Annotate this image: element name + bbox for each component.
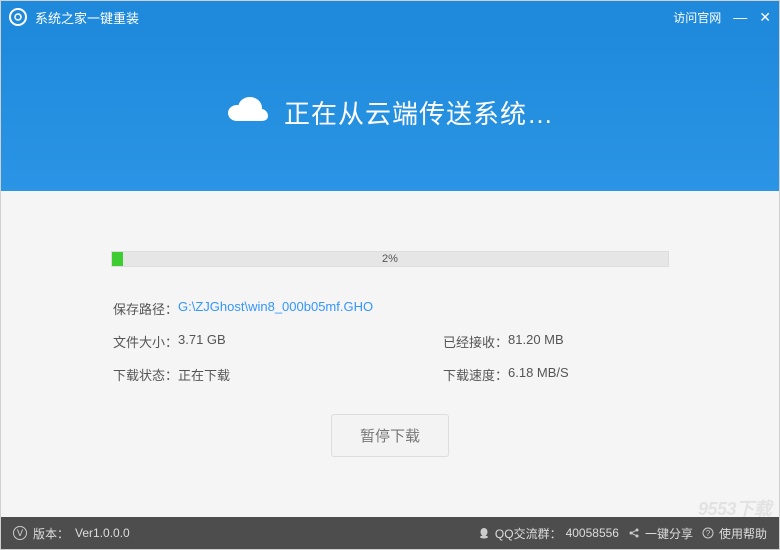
footer-bar: V 版本： Ver1.0.0.0 QQ交流群： 40058556 一键分享 ? … bbox=[1, 517, 779, 549]
progress-text: 2% bbox=[111, 251, 669, 267]
app-title: 系统之家一键重装 bbox=[35, 8, 673, 27]
footer-left: V 版本： Ver1.0.0.0 bbox=[13, 525, 130, 542]
share-icon bbox=[627, 526, 641, 540]
save-path-label: 保存路径： bbox=[113, 299, 178, 318]
content-area: 2% 保存路径： G:\ZJGhost\win8_000b05mf.GHO 文件… bbox=[1, 191, 779, 457]
status-value: 正在下载 bbox=[178, 365, 230, 384]
help-icon: ? bbox=[701, 526, 715, 540]
visit-official-link[interactable]: 访问官网 bbox=[673, 9, 721, 26]
version-label: 版本： bbox=[33, 525, 69, 542]
footer-right: QQ交流群： 40058556 一键分享 ? 使用帮助 bbox=[477, 525, 767, 542]
file-size-value: 3.71 GB bbox=[178, 332, 226, 351]
header-banner: 正在从云端传送系统… bbox=[1, 33, 779, 191]
app-logo-icon bbox=[9, 8, 27, 26]
titlebar: 系统之家一键重装 访问官网 — ✕ bbox=[1, 1, 779, 33]
received-label: 已经接收： bbox=[443, 332, 508, 351]
speed-label: 下载速度： bbox=[443, 365, 508, 384]
version-icon: V bbox=[13, 526, 27, 540]
save-path-value: G:\ZJGhost\win8_000b05mf.GHO bbox=[178, 299, 373, 318]
minimize-button[interactable]: — bbox=[733, 10, 747, 24]
qq-label: QQ交流群： bbox=[495, 525, 562, 542]
close-button[interactable]: ✕ bbox=[759, 10, 771, 24]
progress-bar: 2% bbox=[111, 251, 669, 267]
svg-text:?: ? bbox=[706, 529, 711, 538]
header-heading: 正在从云端传送系统… bbox=[284, 94, 554, 131]
received-value: 81.20 MB bbox=[508, 332, 564, 351]
help-label: 使用帮助 bbox=[719, 525, 767, 542]
status-label: 下载状态： bbox=[113, 365, 178, 384]
button-row: 暂停下载 bbox=[111, 414, 669, 457]
file-size-label: 文件大小： bbox=[113, 332, 178, 351]
share-link[interactable]: 一键分享 bbox=[627, 525, 693, 542]
speed-value: 6.18 MB/S bbox=[508, 365, 569, 384]
help-link[interactable]: ? 使用帮助 bbox=[701, 525, 767, 542]
download-info: 保存路径： G:\ZJGhost\win8_000b05mf.GHO 文件大小：… bbox=[111, 299, 669, 384]
qq-value: 40058556 bbox=[566, 526, 619, 540]
pause-download-button[interactable]: 暂停下载 bbox=[331, 414, 449, 457]
share-label: 一键分享 bbox=[645, 525, 693, 542]
version-value: Ver1.0.0.0 bbox=[75, 526, 130, 540]
qq-icon bbox=[477, 526, 491, 540]
window-controls: 访问官网 — ✕ bbox=[673, 9, 771, 26]
qq-group-link[interactable]: QQ交流群： 40058556 bbox=[477, 525, 619, 542]
cloud-icon bbox=[226, 95, 270, 130]
